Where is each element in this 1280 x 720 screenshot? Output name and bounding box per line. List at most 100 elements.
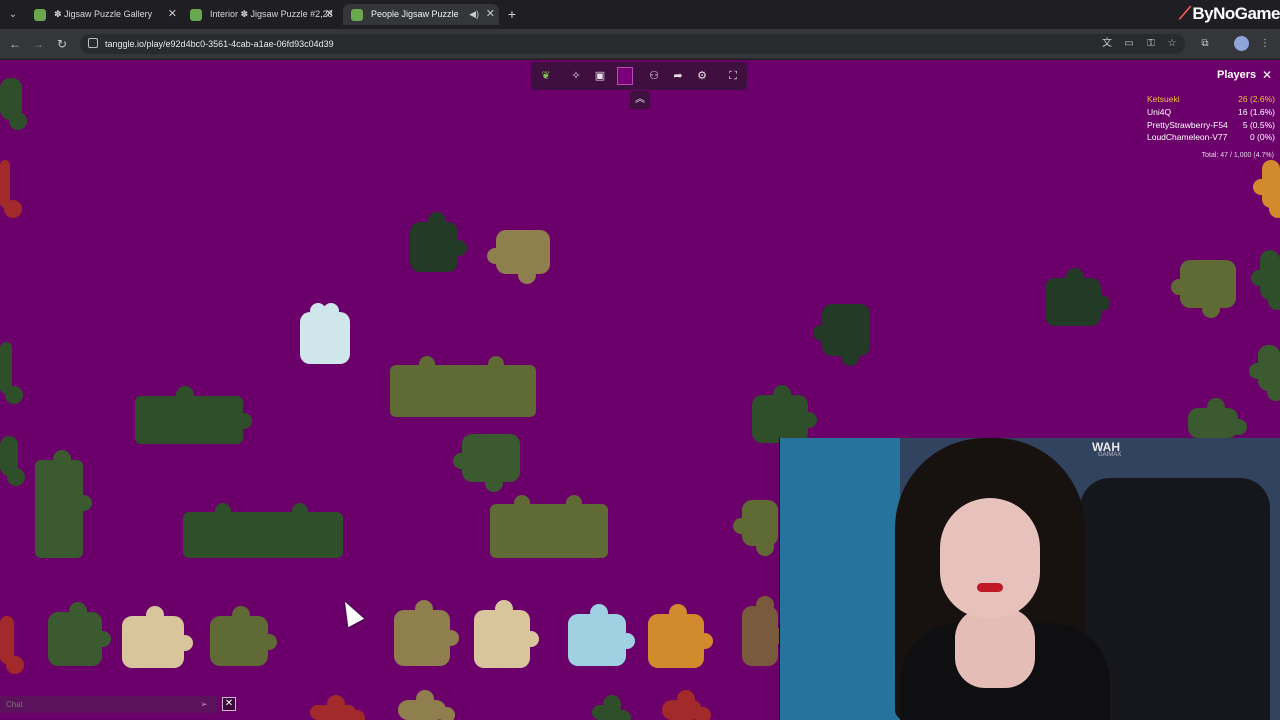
chat-input[interactable] bbox=[6, 696, 186, 713]
mouse-cursor-icon bbox=[337, 597, 365, 628]
puzzle-piece[interactable] bbox=[122, 606, 193, 668]
fullscreen-icon[interactable]: ⛶ bbox=[724, 67, 742, 85]
bookmark-star-icon[interactable]: ☆ bbox=[1165, 37, 1179, 51]
puzzle-piece[interactable] bbox=[1188, 398, 1247, 438]
puzzle-piece-cluster[interactable] bbox=[490, 495, 608, 558]
streamer-face bbox=[940, 498, 1040, 618]
settings-gear-icon[interactable]: ⚙ bbox=[693, 67, 711, 85]
tab-close-icon[interactable]: ✕ bbox=[325, 4, 334, 25]
translate-icon[interactable]: 文 bbox=[1100, 37, 1114, 51]
image-preview-icon[interactable]: ▣ bbox=[591, 67, 609, 85]
puzzle-piece[interactable] bbox=[752, 385, 817, 443]
players-panel: Players ✕ Ketsueki 26 (2.6%) Uni4Q 16 (1… bbox=[1144, 66, 1276, 162]
site-info-icon[interactable] bbox=[88, 38, 98, 48]
forward-arrow-icon[interactable]: → bbox=[30, 36, 46, 52]
puzzle-piece[interactable] bbox=[474, 600, 539, 668]
color-swatch[interactable] bbox=[617, 67, 633, 85]
puzzle-piece-cluster[interactable] bbox=[183, 503, 343, 558]
puzzle-piece[interactable] bbox=[662, 690, 711, 720]
new-tab-button[interactable]: + bbox=[503, 5, 521, 23]
tab-close-icon[interactable]: ✕ bbox=[168, 4, 177, 25]
puzzle-piece[interactable] bbox=[210, 606, 277, 666]
puzzle-piece[interactable] bbox=[410, 212, 467, 272]
puzzle-piece[interactable] bbox=[592, 695, 631, 720]
puzzle-piece[interactable] bbox=[300, 303, 350, 364]
password-key-icon[interactable]: ⚿ bbox=[1144, 37, 1158, 51]
puzzle-piece[interactable] bbox=[398, 690, 455, 720]
back-arrow-icon[interactable]: ← bbox=[7, 36, 23, 52]
puzzle-piece[interactable] bbox=[1171, 260, 1236, 318]
tab-label: ✽ Jigsaw Puzzle Gallery bbox=[54, 9, 153, 19]
puzzle-piece[interactable] bbox=[0, 616, 24, 674]
bynogame-logo-icon: ⟋ bbox=[1178, 4, 1191, 23]
extensions-puzzle-icon[interactable]: ⧉ bbox=[1198, 37, 1212, 51]
browser-toolbar: ← → ↻ tanggle.io/play/e92d4bc0-3561-4cab… bbox=[0, 29, 1280, 59]
browser-menu-icon[interactable]: ⋮ bbox=[1258, 37, 1272, 51]
reload-icon[interactable]: ↻ bbox=[54, 36, 70, 52]
send-icon[interactable]: ➢ bbox=[197, 697, 211, 711]
tab-search-chevron-icon[interactable]: ⌄ bbox=[5, 7, 21, 23]
audio-playing-icon[interactable]: ◀) bbox=[469, 4, 479, 25]
logo-leaf-icon[interactable]: ❦ bbox=[537, 67, 555, 85]
tab-people-puzzle[interactable]: People Jigsaw Puzzle ◀) ✕ bbox=[343, 4, 499, 25]
tab-close-icon[interactable]: ✕ bbox=[486, 4, 495, 25]
player-name: LoudChameleon-V77 bbox=[1147, 132, 1228, 142]
puzzle-piece-cluster[interactable] bbox=[35, 450, 92, 558]
puzzle-piece[interactable] bbox=[813, 304, 870, 366]
url-text[interactable]: tanggle.io/play/e92d4bc0-3561-4cab-a1ae-… bbox=[105, 34, 334, 54]
puzzle-piece[interactable] bbox=[733, 500, 778, 556]
puzzle-piece[interactable] bbox=[1251, 250, 1280, 310]
puzzle-piece[interactable] bbox=[1045, 268, 1110, 326]
profile-avatar[interactable] bbox=[1234, 36, 1249, 51]
puzzle-piece[interactable] bbox=[310, 695, 365, 720]
puzzle-piece[interactable] bbox=[0, 160, 22, 218]
tab-jigsaw-gallery[interactable]: ✽ Jigsaw Puzzle Gallery ✕ bbox=[26, 4, 181, 25]
players-header: Players bbox=[1217, 69, 1257, 81]
player-row: LoudChameleon-V77 0 (0%) bbox=[1147, 131, 1275, 143]
player-row: PrettyStrawberry-F54 5 (0.5%) bbox=[1147, 119, 1275, 131]
puzzle-piece-cluster[interactable] bbox=[390, 356, 536, 417]
puzzle-piece[interactable] bbox=[48, 602, 111, 666]
puzzle-piece[interactable] bbox=[0, 436, 26, 486]
player-score: 16 (1.6%) bbox=[1238, 107, 1275, 117]
streamer-lips bbox=[977, 583, 1003, 592]
player-name: Uni4Q bbox=[1147, 107, 1172, 117]
close-chat-icon[interactable]: ✕ bbox=[222, 697, 236, 711]
chat-bar: ➢ bbox=[0, 696, 218, 713]
collapse-toolbar-chevron-icon[interactable]: ︽ bbox=[630, 91, 650, 109]
players-icon[interactable]: ⚇ bbox=[645, 67, 663, 85]
puzzle-piece[interactable] bbox=[1253, 160, 1280, 218]
close-players-icon[interactable]: ✕ bbox=[1259, 67, 1275, 83]
webcam-overlay: WAH GAIMAX bbox=[779, 438, 1280, 720]
streamer-neck bbox=[955, 608, 1035, 688]
puzzle-piece[interactable] bbox=[0, 342, 23, 404]
player-name: PrettyStrawberry-F54 bbox=[1147, 120, 1228, 130]
player-row: Ketsueki 26 (2.6%) bbox=[1147, 93, 1275, 105]
share-icon[interactable]: ➦ bbox=[669, 67, 687, 85]
tab-label: Interior ✽ Jigsaw Puzzle #2,28 bbox=[210, 9, 333, 19]
players-total: Total: 47 / 1,000 (4.7%) bbox=[1201, 152, 1274, 159]
chair-logo-sub: GAIMAX bbox=[1098, 452, 1122, 458]
puzzle-piece[interactable] bbox=[487, 230, 550, 284]
puzzle-piece[interactable] bbox=[648, 604, 713, 668]
puzzle-piece[interactable] bbox=[1249, 345, 1280, 401]
webcam-blue-light bbox=[780, 438, 900, 720]
player-row: Uni4Q 16 (1.6%) bbox=[1147, 106, 1275, 118]
piece-icon[interactable]: ✧ bbox=[567, 67, 585, 85]
browser-tab-strip: ⌄ ✽ Jigsaw Puzzle Gallery ✕ Interior ✽ J… bbox=[0, 0, 1280, 29]
tab-interior-puzzle[interactable]: Interior ✽ Jigsaw Puzzle #2,28 ✕ bbox=[182, 4, 338, 25]
tanggle-favicon-icon bbox=[34, 9, 46, 21]
player-score: 0 (0%) bbox=[1249, 132, 1275, 142]
address-bar[interactable]: tanggle.io/play/e92d4bc0-3561-4cab-a1ae-… bbox=[80, 34, 1185, 54]
tanggle-favicon-icon bbox=[351, 9, 363, 21]
player-name: Ketsueki bbox=[1147, 94, 1180, 104]
bynogame-watermark: ⟋ ByNoGame bbox=[1178, 4, 1280, 23]
puzzle-piece[interactable] bbox=[453, 434, 520, 492]
puzzle-piece-cluster[interactable] bbox=[135, 386, 252, 444]
cast-icon[interactable]: ▭ bbox=[1122, 37, 1136, 51]
puzzle-piece[interactable] bbox=[568, 604, 635, 666]
puzzle-piece[interactable] bbox=[394, 600, 459, 666]
puzzle-piece[interactable] bbox=[742, 596, 787, 666]
puzzle-piece[interactable] bbox=[0, 78, 27, 130]
player-score: 5 (0.5%) bbox=[1242, 120, 1275, 130]
